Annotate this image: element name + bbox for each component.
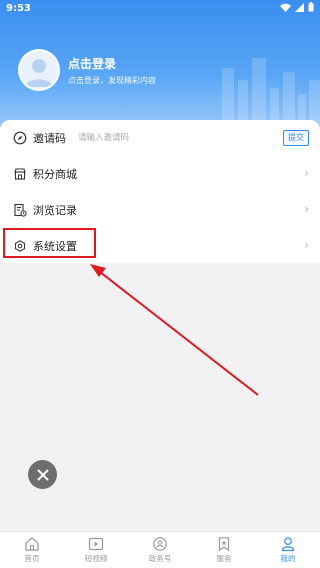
compass-icon [13,131,27,145]
gear-icon [14,240,26,252]
system-settings-row[interactable]: 系统设置 › [0,228,320,264]
points-mall-label: 积分商城 [33,168,77,181]
floating-close-button[interactable] [28,460,57,489]
history-doc-icon [14,203,27,217]
chevron-right-icon: › [304,202,309,216]
tab-gov-account-label: 政务号 [148,554,172,563]
tab-home[interactable]: 首页 [0,532,64,568]
video-icon [88,537,104,551]
tab-service-label: 服务 [216,554,232,563]
menu-card: 邀请码 提交 积分商城 › 浏览记录 › 系统设置 › [0,120,320,263]
wifi-icon [280,3,291,12]
points-mall-row[interactable]: 积分商城 › [0,156,320,192]
login-title[interactable]: 点击登录 [68,55,116,72]
tab-gov-account[interactable]: 政务号 [128,532,192,568]
tab-home-label: 首页 [24,554,40,563]
status-time: 9:53 [6,3,31,14]
avatar[interactable] [18,49,60,91]
battery-icon [308,2,314,12]
chevron-right-icon: › [304,166,309,180]
store-icon [14,168,26,180]
bottom-tab-bar: 首页 短视频 政务号 服务 我的 [0,531,320,568]
status-icons [280,2,314,12]
tab-short-video-label: 短视频 [84,554,108,563]
history-row[interactable]: 浏览记录 › [0,192,320,228]
tab-service[interactable]: 服务 [192,532,256,568]
status-bar: 9:53 [0,0,320,18]
system-settings-label: 系统设置 [33,240,77,253]
history-label: 浏览记录 [33,204,77,217]
profile-header: 9:53 点击登录 点击登录，发现精彩内容 [0,0,320,140]
submit-button[interactable]: 提交 [283,130,309,146]
invite-code-input[interactable] [78,130,238,146]
chevron-right-icon: › [304,238,309,252]
close-icon [36,468,49,481]
tab-short-video[interactable]: 短视频 [64,532,128,568]
signal-icon [295,2,304,12]
home-icon [25,537,39,551]
invite-code-row: 邀请码 提交 [0,120,320,156]
login-subtitle: 点击登录，发现精彩内容 [68,76,156,85]
bookmark-icon [218,537,230,552]
gov-account-icon [153,537,167,551]
tab-mine[interactable]: 我的 [256,532,320,568]
invite-code-label: 邀请码 [33,132,66,145]
user-avatar-icon [25,59,53,87]
tab-mine-label: 我的 [280,554,296,563]
person-icon [281,537,295,552]
